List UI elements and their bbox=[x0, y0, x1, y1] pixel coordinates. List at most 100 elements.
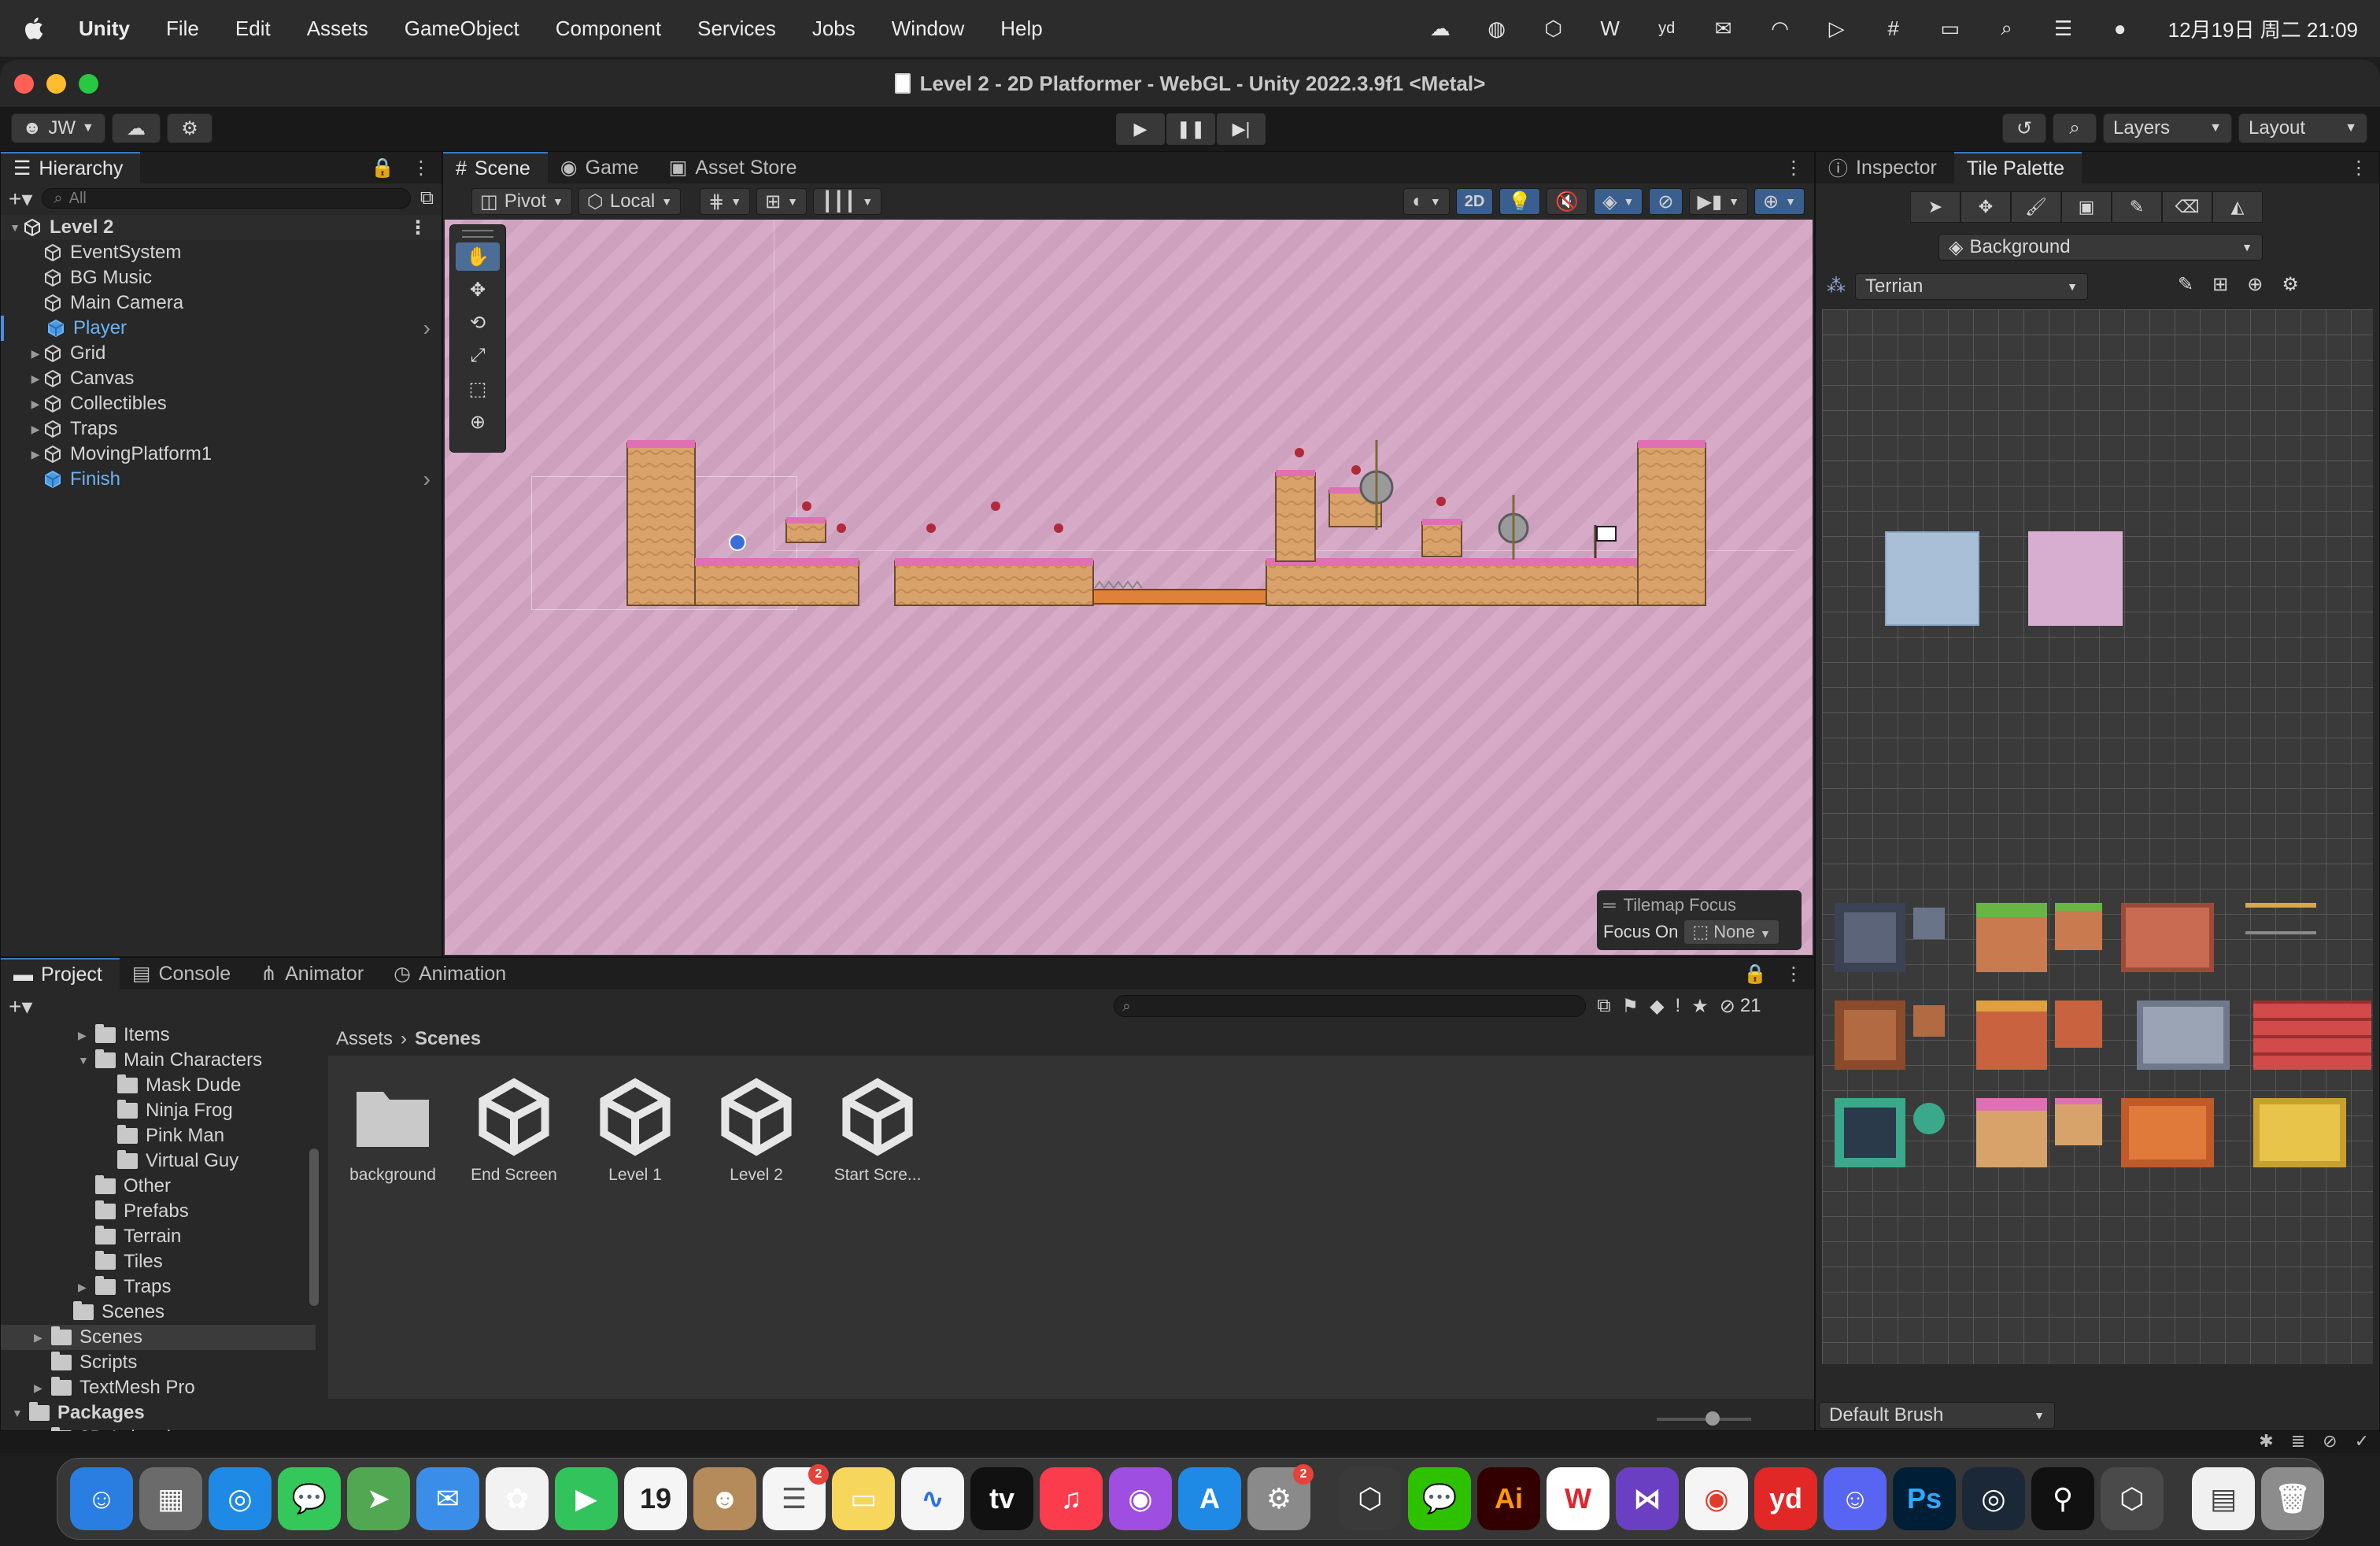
project-tree-item[interactable]: Prefabs bbox=[1, 1199, 316, 1224]
hierarchy-item[interactable]: BG Music bbox=[1, 265, 442, 290]
palette-tile-platform[interactable] bbox=[2245, 903, 2316, 934]
kebab-menu-icon[interactable]: ⋮ bbox=[1784, 963, 1803, 986]
hierarchy-item[interactable]: Main Camera bbox=[1, 290, 442, 316]
breadcrumb-scenes[interactable]: Scenes bbox=[415, 1028, 481, 1050]
palette-tile-glass[interactable] bbox=[1885, 531, 1979, 626]
kebab-menu-icon[interactable]: ⋮ bbox=[1784, 157, 1803, 179]
discord-app-icon[interactable]: ☺ bbox=[1824, 1467, 1887, 1530]
lighting-toggle[interactable]: 💡 bbox=[1499, 188, 1541, 215]
project-tree-item[interactable]: Virtual Guy bbox=[1, 1148, 316, 1174]
now-playing-icon[interactable]: ▷ bbox=[1822, 13, 1852, 43]
palette-tile-pink[interactable] bbox=[2028, 531, 2123, 626]
folder-tree-scrollbar[interactable] bbox=[309, 1148, 319, 1306]
audio-toggle[interactable]: 🔇 bbox=[1547, 188, 1588, 215]
tab-hierarchy[interactable]: ☰ Hierarchy bbox=[1, 152, 141, 183]
control-center-icon[interactable]: ☰ bbox=[2049, 13, 2079, 43]
increment-snap-dropdown[interactable]: ┃┃┃ ▼ bbox=[813, 188, 882, 215]
zoom-window-button[interactable] bbox=[79, 74, 98, 94]
hierarchy-item[interactable]: ▶ Grid bbox=[1, 341, 442, 366]
illustrator-app-icon[interactable]: Ai bbox=[1477, 1467, 1540, 1530]
hierarchy-item[interactable]: EventSystem bbox=[1, 240, 442, 265]
photos-app-icon[interactable]: ✿ bbox=[486, 1467, 549, 1530]
tab-inspector[interactable]: ⓘ Inspector bbox=[1816, 152, 1954, 183]
contacts-app-icon[interactable]: ☻ bbox=[693, 1467, 756, 1530]
box-fill-button[interactable]: ▣ bbox=[2061, 191, 2112, 223]
transform-tool-button[interactable]: ⊕ bbox=[456, 408, 500, 436]
unity-tray-icon[interactable]: ⬡ bbox=[1539, 13, 1569, 43]
steam-app-icon[interactable]: ◎ bbox=[1962, 1467, 2025, 1530]
hidden-objects-toggle[interactable]: ⊘ bbox=[1649, 188, 1683, 215]
palette-tile-copper-small[interactable] bbox=[1913, 1005, 1945, 1037]
settings-icon[interactable]: ⚙ bbox=[2282, 273, 2299, 296]
rect-tool-button[interactable]: ⬚ bbox=[456, 375, 500, 403]
menu-edit[interactable]: Edit bbox=[235, 17, 271, 41]
expand-arrow-icon[interactable]: ▶ bbox=[28, 398, 43, 411]
kebab-menu-icon[interactable]: ⋮ bbox=[408, 216, 427, 239]
move-tool-button[interactable]: ✥ bbox=[456, 276, 500, 304]
menu-file[interactable]: File bbox=[166, 17, 199, 41]
palette-tile-copper[interactable] bbox=[1835, 1000, 1905, 1070]
tab-animator[interactable]: ⋔ Animator bbox=[248, 958, 381, 989]
asset-scene[interactable]: End Screen bbox=[459, 1076, 569, 1185]
bug-icon[interactable]: ✱ bbox=[2259, 1431, 2273, 1452]
checkmark-icon[interactable]: ✓ bbox=[2355, 1431, 2369, 1452]
layout-dropdown[interactable]: Layout ▼ bbox=[2238, 113, 2367, 143]
project-tree-item[interactable]: Scenes bbox=[1, 1300, 316, 1325]
youdao-tray-icon[interactable]: yd bbox=[1652, 13, 1682, 43]
tv-app-icon[interactable]: tv bbox=[970, 1467, 1033, 1530]
palette-tile-orange-dirt[interactable] bbox=[1976, 1000, 2047, 1070]
tile-palette-grid[interactable] bbox=[1822, 309, 2373, 1364]
step-button[interactable]: ▶| bbox=[1217, 113, 1266, 145]
search-button[interactable]: ⌕ bbox=[2053, 113, 2097, 143]
hierarchy-item[interactable]: ▶ MovingPlatform1 bbox=[1, 442, 442, 467]
icon-size-slider[interactable] bbox=[1657, 1411, 1751, 1426]
palette-tile-orange-frame[interactable] bbox=[2121, 1098, 2214, 1167]
project-tree-item[interactable]: ▶ Scenes bbox=[1, 1325, 316, 1350]
menu-help[interactable]: Help bbox=[1000, 17, 1042, 41]
asset-scene[interactable]: Level 2 bbox=[701, 1076, 811, 1185]
focus-on-dropdown[interactable]: ⬚ None ▼ bbox=[1684, 920, 1779, 944]
reminders-app-icon[interactable]: ☰ 2 bbox=[763, 1464, 829, 1530]
pivot-dropdown[interactable]: ◫ Pivot ▼ bbox=[471, 188, 572, 215]
expand-arrow-icon[interactable]: ▶ bbox=[28, 448, 43, 461]
hierarchy-search-input[interactable]: ⌕ All bbox=[42, 188, 411, 209]
tab-animation[interactable]: ◷ Animation bbox=[381, 958, 523, 989]
tab-tile-palette[interactable]: Tile Palette bbox=[1953, 152, 2082, 183]
project-tree-item[interactable]: Terrain bbox=[1, 1224, 316, 1249]
select-tool-button[interactable]: ➤ bbox=[1910, 191, 1961, 223]
gizmos-dropdown[interactable]: ⊕ ▼ bbox=[1754, 188, 1805, 215]
layers-dropdown[interactable]: Layers ▼ bbox=[2103, 113, 2232, 143]
tab-asset-store[interactable]: ▣ Asset Store bbox=[656, 152, 815, 183]
tab-console[interactable]: ▤ Console bbox=[120, 958, 248, 989]
project-tree-item[interactable]: ▼ Packages bbox=[1, 1400, 316, 1426]
move-selection-button[interactable]: ✥ bbox=[1961, 191, 2011, 223]
wps-tray-icon[interactable]: W bbox=[1595, 13, 1625, 43]
menubar-clock[interactable]: 12月19日 周二 21:09 bbox=[2168, 14, 2358, 43]
palette-tile-gold[interactable] bbox=[2253, 1098, 2346, 1167]
palette-tile-stone[interactable] bbox=[1835, 903, 1905, 972]
kebab-menu-icon[interactable]: ⋮ bbox=[412, 157, 431, 179]
expand-arrow-icon[interactable]: ▶ bbox=[28, 423, 43, 436]
flood-fill-button[interactable]: ◭ bbox=[2212, 191, 2263, 223]
expand-arrow-icon[interactable]: ▶ bbox=[34, 1381, 51, 1395]
keyhole-app-icon[interactable]: ⚲ bbox=[2031, 1467, 2094, 1530]
cloud-button[interactable]: ☁ bbox=[112, 113, 161, 143]
palette-tile-metal-grey[interactable] bbox=[2137, 1000, 2230, 1070]
spotlight-search-icon[interactable]: ⌕ bbox=[1992, 13, 2022, 43]
hierarchy-item[interactable]: ▶ Canvas bbox=[1, 366, 442, 391]
eraser-button[interactable]: ⌫ bbox=[2162, 191, 2212, 223]
preview-app-icon[interactable]: ▤ bbox=[2192, 1467, 2255, 1530]
photoshop-app-icon[interactable]: Ps bbox=[1893, 1467, 1956, 1530]
apple-menu-icon[interactable] bbox=[22, 16, 44, 41]
safari-app-icon[interactable]: ◎ bbox=[209, 1467, 272, 1530]
drag-handle-icon[interactable]: ═ bbox=[1603, 895, 1616, 915]
play-button[interactable]: ▶ bbox=[1116, 113, 1165, 145]
cloud-sync-icon[interactable]: ☁ bbox=[1425, 13, 1455, 43]
rotate-tool-button[interactable]: ⟲ bbox=[456, 309, 500, 337]
filter-icon[interactable]: ⚑ bbox=[1622, 995, 1639, 1018]
collab-settings-button[interactable]: ⚙ bbox=[167, 113, 213, 143]
menu-gameobject[interactable]: GameObject bbox=[405, 17, 519, 41]
grid-visibility-dropdown[interactable]: ⊞ ▼ bbox=[756, 188, 808, 215]
finder-app-icon[interactable]: ☺ bbox=[70, 1467, 133, 1530]
project-tree-item[interactable]: ▼ Main Characters bbox=[1, 1048, 316, 1073]
